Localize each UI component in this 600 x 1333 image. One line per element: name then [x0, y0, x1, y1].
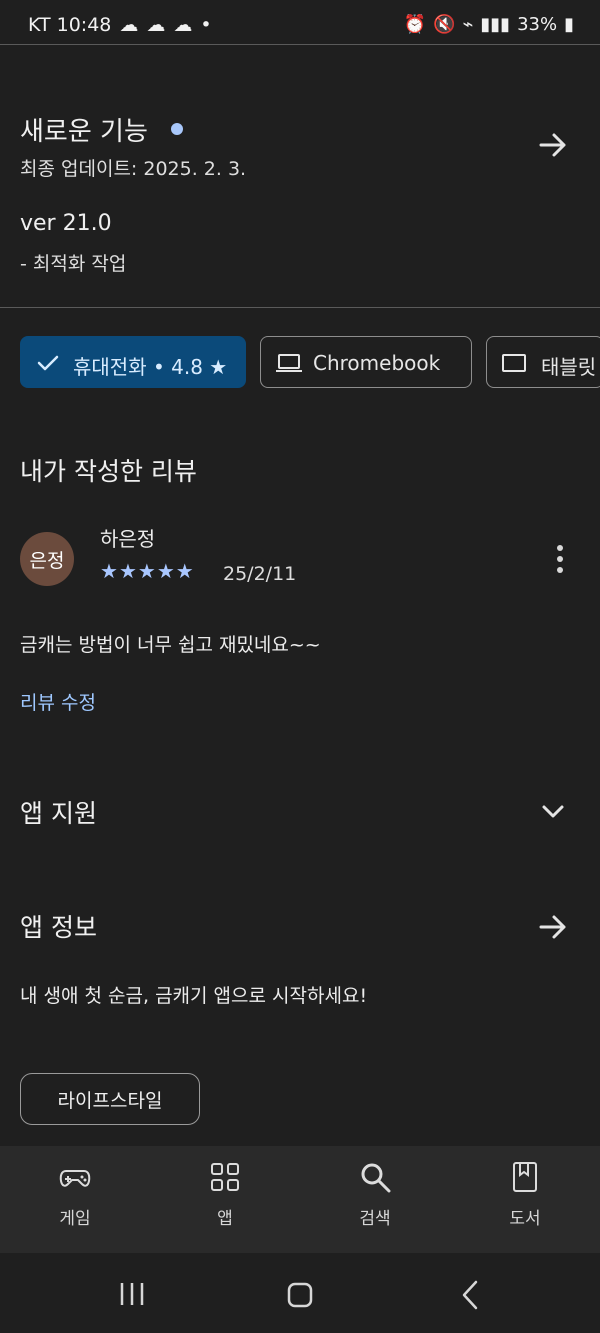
- section-divider: [0, 307, 600, 308]
- app-description: 내 생애 첫 순금, 금캐기 앱으로 시작하세요!: [20, 985, 368, 1007]
- cloud-icon: ☁: [146, 14, 166, 36]
- battery-icon: ▮: [564, 14, 574, 35]
- recent-apps-icon[interactable]: [118, 1281, 146, 1307]
- check-icon: [37, 355, 59, 371]
- app-support-title[interactable]: 앱 지원: [20, 794, 97, 830]
- nav-games[interactable]: 게임: [25, 1160, 125, 1250]
- bottom-navigation: 게임 앱 검색 도서: [0, 1146, 600, 1253]
- review-date: 25/2/11: [223, 563, 297, 585]
- star-icon: ★: [156, 559, 175, 583]
- nav-games-label: 게임: [59, 1209, 91, 1229]
- signal-icon: ▮▮▮: [480, 14, 511, 35]
- laptop-icon: [276, 354, 302, 372]
- star-icon: ★: [137, 559, 156, 583]
- nav-apps-label: 앱: [217, 1209, 233, 1229]
- nav-books[interactable]: 도서: [475, 1160, 575, 1250]
- star-icon: ★: [118, 559, 137, 583]
- tab-phone-label: 휴대전화 • 4.8 ★: [73, 355, 228, 379]
- whats-new-arrow-icon[interactable]: [536, 128, 570, 162]
- more-options-icon[interactable]: [554, 545, 566, 575]
- status-left: KT 10:48 ☁ ☁ ☁ •: [28, 14, 212, 36]
- notification-dot-icon: •: [200, 14, 212, 36]
- cloud-icon: ☁: [119, 14, 139, 36]
- nav-apps[interactable]: 앱: [175, 1160, 275, 1250]
- carrier-time: KT 10:48: [28, 14, 112, 36]
- cloud-icon: ☁: [173, 14, 193, 36]
- tab-tablet-label: 태블릿: [541, 355, 597, 379]
- apps-grid-icon: [211, 1163, 239, 1191]
- new-indicator-dot: [171, 123, 183, 135]
- search-icon: [361, 1163, 391, 1193]
- star-icon: ★: [175, 559, 194, 583]
- tab-tablet[interactable]: 태블릿: [486, 336, 600, 388]
- battery-text: 33%: [517, 14, 558, 35]
- update-note: - 최적화 작업: [20, 253, 127, 275]
- nav-search-label: 검색: [359, 1209, 391, 1229]
- gamepad-icon: [59, 1170, 91, 1187]
- version-text: ver 21.0: [20, 211, 112, 236]
- tab-chromebook[interactable]: Chromebook: [260, 336, 472, 388]
- review-author: 하은정: [100, 527, 156, 551]
- last-updated: 최종 업데이트: 2025. 2. 3.: [20, 158, 247, 180]
- back-icon[interactable]: [458, 1279, 482, 1311]
- nav-books-label: 도서: [509, 1209, 541, 1229]
- status-right: ⏰ 🔇 ⌁ ▮▮▮ 33% ▮: [404, 14, 574, 35]
- avatar-text: 은정: [29, 549, 65, 572]
- tablet-icon: [502, 354, 526, 372]
- system-navigation: [0, 1253, 600, 1333]
- review-section-title: 내가 작성한 리뷰: [20, 457, 197, 486]
- status-bar: KT 10:48 ☁ ☁ ☁ • ⏰ 🔇 ⌁ ▮▮▮ 33% ▮: [0, 0, 600, 44]
- review-body: 금캐는 방법이 너무 쉽고 재밌네요~~: [20, 634, 321, 656]
- avatar: 은정: [20, 532, 74, 586]
- home-icon[interactable]: [286, 1281, 314, 1309]
- alarm-icon: ⏰: [403, 14, 427, 35]
- nav-search[interactable]: 검색: [325, 1160, 425, 1250]
- edit-review-link[interactable]: 리뷰 수정: [20, 688, 96, 715]
- app-info-arrow-icon[interactable]: [536, 910, 570, 944]
- category-chip[interactable]: 라이프스타일: [20, 1073, 200, 1125]
- rating-stars: ★ ★ ★ ★ ★: [100, 559, 194, 583]
- app-info-title[interactable]: 앱 정보: [20, 908, 97, 944]
- category-label: 라이프스타일: [57, 1089, 163, 1112]
- mute-icon: 🔇: [433, 14, 456, 35]
- top-divider: [0, 44, 600, 45]
- star-icon: ★: [100, 559, 118, 583]
- tab-chromebook-label: Chromebook: [313, 351, 441, 375]
- tab-phone[interactable]: 휴대전화 • 4.8 ★: [20, 336, 246, 388]
- book-icon: [513, 1162, 537, 1192]
- chevron-down-icon[interactable]: [539, 797, 567, 825]
- wifi-icon: ⌁: [462, 14, 474, 35]
- whats-new-title: 새로운 기능: [20, 117, 148, 147]
